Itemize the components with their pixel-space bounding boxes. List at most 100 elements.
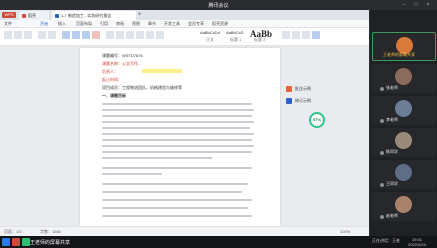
underline-icon[interactable] [82, 31, 90, 39]
document-canvas[interactable]: 课题编号：WSTD7876 课题名称：公文写作... 负责人： 起止时间： 项目… [0, 46, 369, 226]
wps-home-button[interactable]: WPS [2, 12, 16, 18]
doc-text-line [102, 167, 252, 169]
doc-text-line [102, 103, 252, 105]
doc-text-line [102, 133, 254, 135]
revision-icon [286, 97, 292, 104]
tab-docer[interactable]: 稻壳 [19, 11, 49, 20]
speaker-label: 王老师的屏幕共享 [30, 240, 71, 246]
copy-icon[interactable] [24, 31, 32, 39]
italic-icon[interactable] [72, 31, 80, 39]
doc-text-line [102, 173, 162, 175]
close-icon[interactable]: × [425, 2, 431, 8]
doc-text-line [102, 199, 252, 201]
participant-name: 赵老师 [386, 213, 398, 218]
font-select[interactable] [38, 31, 46, 39]
align-center-icon[interactable] [116, 31, 124, 39]
menu-docer-resources[interactable]: 稻壳资源 [212, 21, 228, 27]
avatar [395, 196, 412, 213]
side-panel-revision[interactable]: 修订示例 [286, 96, 322, 105]
taskbar: 王老师的屏幕共享 正在讲话：王老 19:31 2022/4/24 [0, 236, 437, 248]
meeting-app-icon[interactable] [22, 238, 30, 246]
ribbon-menu: 文件 开始 插入 页面布局 引用 审阅 视图 章节 开发工具 会员专享 稻壳资源 [0, 20, 369, 28]
bold-icon[interactable] [62, 31, 70, 39]
menu-view[interactable]: 视图 [132, 21, 140, 27]
doc-heading: 一、课题目标 [102, 93, 126, 98]
meeting-title: 腾讯会议 [208, 3, 229, 9]
comment-icon [286, 85, 292, 92]
wps-status-bar: 页面：1/3 字数：1580 100% [0, 226, 369, 236]
select-icon[interactable] [312, 31, 320, 39]
align-right-icon[interactable] [126, 31, 134, 39]
doc-text-line [102, 139, 252, 141]
wps-app-icon[interactable] [12, 238, 20, 246]
microphone-icon [380, 151, 384, 155]
side-panel-comment[interactable]: 批注示例 [286, 84, 322, 93]
doc-text-line [102, 157, 212, 159]
maximize-icon[interactable]: □ [413, 2, 419, 8]
participant-tile[interactable]: 李老师 [372, 96, 436, 125]
participant-tile[interactable]: 赵老师 [372, 192, 436, 221]
avatar [395, 132, 412, 149]
avatar [395, 164, 412, 181]
doc-text-line [102, 207, 248, 209]
participant-tile[interactable]: 陈同学 [372, 128, 436, 157]
participant-name: 陈同学 [386, 149, 398, 154]
tray-date: 2022/4/24 [408, 242, 426, 247]
microphone-icon [380, 183, 384, 187]
sort-icon[interactable] [302, 31, 310, 39]
participant-panel: 王老师的屏幕共享 张老师 李老师 陈同学 王同学 赵老师 [369, 10, 437, 236]
line-spacing-icon[interactable] [136, 31, 144, 39]
menu-references[interactable]: 引用 [100, 21, 108, 27]
participant-tile[interactable]: 王同学 [372, 160, 436, 189]
doc-text-line [102, 109, 254, 111]
doc-text-line [102, 215, 252, 217]
font-color-icon[interactable] [92, 31, 100, 39]
shared-screen: WPS 稻壳 1-7 制造加工...实务研究报告 + 文件 开始 插入 页面布局… [0, 10, 369, 236]
minimize-icon[interactable]: – [401, 2, 407, 8]
menu-review[interactable]: 审阅 [116, 21, 124, 27]
doc-line-code: 课题编号：WSTD7876 [102, 53, 143, 58]
side-panel-label: 批注示例 [295, 86, 311, 91]
menu-layout[interactable]: 页面布局 [76, 21, 92, 27]
participant-name: 王老师的屏幕共享 [383, 52, 415, 57]
document-page[interactable]: 课题编号：WSTD7876 课题名称：公文写作... 负责人： 起止时间： 项目… [80, 48, 280, 226]
menu-home[interactable]: 开始 [40, 21, 48, 27]
doc-line-title: 课题名称：公文写作... [102, 61, 142, 66]
doc-text-line [102, 127, 250, 129]
menu-chapter[interactable]: 章节 [148, 21, 156, 27]
tab-document[interactable]: 1-7 制造加工...实务研究报告 [52, 11, 136, 20]
find-icon[interactable] [282, 31, 290, 39]
progress-ring[interactable]: 57% [309, 112, 325, 128]
font-size-select[interactable] [48, 31, 56, 39]
highlight-mark [142, 69, 182, 73]
participant-name: 王同学 [386, 181, 398, 186]
menu-developer[interactable]: 开发工具 [164, 21, 180, 27]
participant-name: 李老师 [386, 117, 398, 122]
participant-tile[interactable]: 王老师的屏幕共享 [372, 32, 436, 61]
document-icon [55, 13, 59, 18]
tab-label: 稻壳 [28, 13, 36, 18]
status-zoom[interactable]: 100% [340, 229, 350, 234]
tab-label: 1-7 制造加工...实务研究报告 [61, 13, 112, 18]
microphone-icon [380, 119, 384, 123]
status-words: 字数：1580 [40, 229, 61, 234]
doc-line-members: 项目成员：工程物流团队，机械建造与维修等 [102, 85, 182, 90]
text-tool-icon[interactable] [292, 31, 300, 39]
doc-text-line [102, 151, 252, 153]
align-left-icon[interactable] [106, 31, 114, 39]
paste-icon[interactable] [4, 31, 12, 39]
bullets-icon[interactable] [146, 31, 154, 39]
microphone-icon [380, 215, 384, 219]
ribbon-toolbar: AaBbCcDd AaBbCcD AaBb 正文 标题 1 标题 2 [0, 28, 369, 46]
participant-tile[interactable]: 张老师 [372, 64, 436, 93]
docer-icon [22, 13, 26, 18]
menu-insert[interactable]: 插入 [58, 21, 66, 27]
cut-icon[interactable] [14, 31, 22, 39]
menu-vip[interactable]: 会员专享 [188, 21, 204, 27]
windows-start-icon[interactable] [2, 238, 10, 246]
menu-file[interactable]: 文件 [4, 21, 12, 27]
doc-text-line [102, 145, 254, 147]
new-tab-icon[interactable]: + [138, 12, 142, 18]
doc-text-line [102, 121, 254, 123]
numbering-icon[interactable] [156, 31, 164, 39]
